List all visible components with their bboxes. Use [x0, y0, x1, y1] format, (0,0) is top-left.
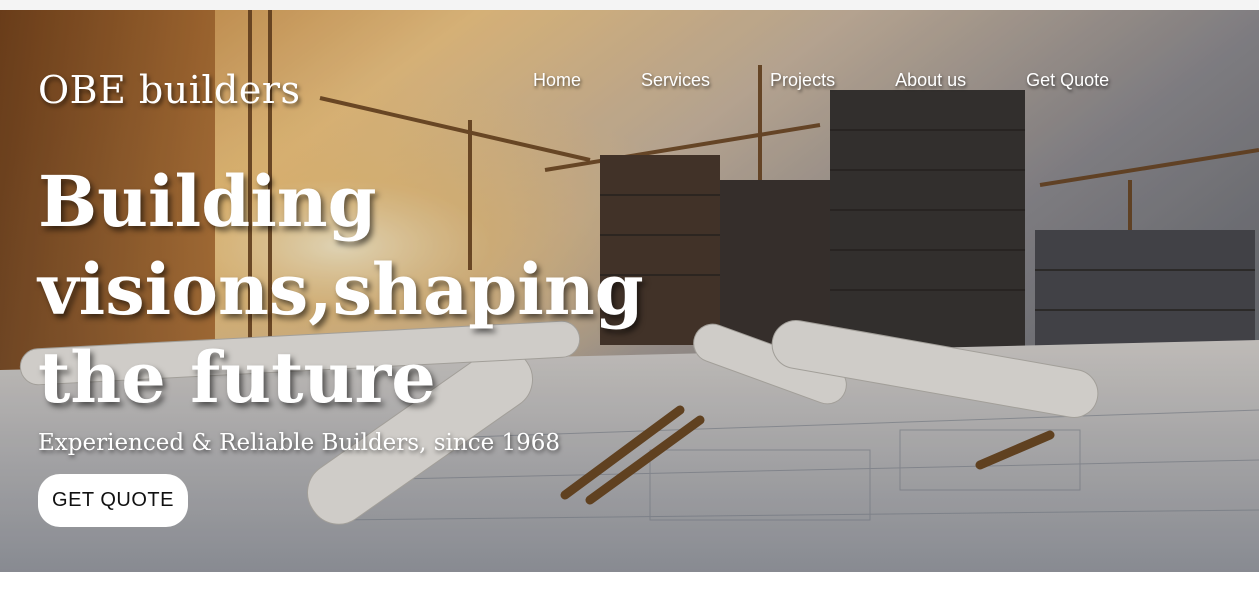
nav-link-services[interactable]: Services: [641, 70, 710, 91]
hero-headline: Building visions,shaping the future: [38, 158, 658, 422]
hero-headline-line-3: the future: [38, 336, 436, 419]
brand-logo-text[interactable]: OBE builders: [38, 68, 300, 112]
nav-link-projects[interactable]: Projects: [770, 70, 835, 91]
hero-section: OBE builders Home Services Projects Abou…: [0, 10, 1259, 572]
main-navigation: Home Services Projects About us Get Quot…: [533, 70, 1109, 91]
nav-link-about-us[interactable]: About us: [895, 70, 966, 91]
hero-tagline: Experienced & Reliable Builders, since 1…: [38, 430, 561, 456]
nav-link-get-quote[interactable]: Get Quote: [1026, 70, 1109, 91]
get-quote-button[interactable]: GET QUOTE: [38, 474, 188, 527]
nav-link-home[interactable]: Home: [533, 70, 581, 91]
hero-headline-line-2: visions,shaping: [38, 248, 644, 331]
hero-headline-line-1: Building: [38, 160, 377, 243]
page-below-hero: [0, 572, 1259, 612]
